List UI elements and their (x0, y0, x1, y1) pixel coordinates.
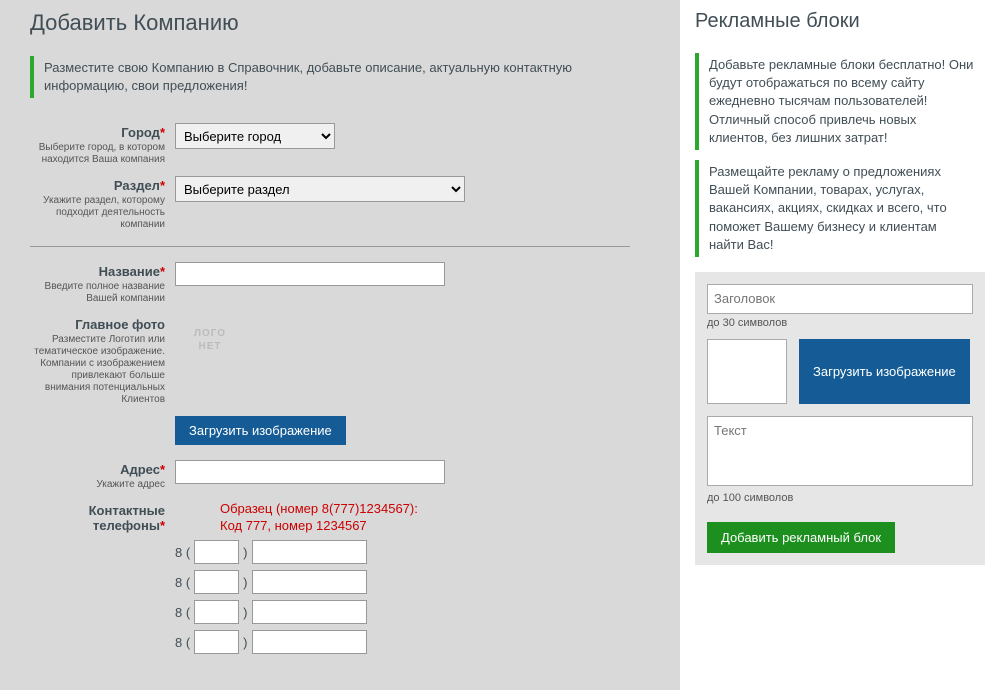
ad-text-limit: до 100 символов (707, 492, 973, 504)
phone-code-3[interactable] (194, 600, 239, 624)
label-section: Раздел (114, 178, 160, 193)
phone-code-2[interactable] (194, 570, 239, 594)
phone-number-3[interactable] (252, 600, 367, 624)
phone-code-4[interactable] (194, 630, 239, 654)
main-form-panel: Добавить Компанию Разместите свою Компан… (0, 0, 660, 690)
select-section[interactable]: Выберите раздел (175, 176, 465, 202)
sidebar-title: Рекламные блоки (695, 10, 985, 33)
row-upload-button: Загрузить изображение (30, 416, 630, 445)
phone-row-3: 8 ( ) (175, 600, 630, 624)
help-address: Укажите адрес (30, 479, 165, 491)
phone-prefix: 8 ( (175, 635, 190, 650)
help-photo: Разместите Логотип или тематическое изоб… (30, 334, 165, 406)
help-section: Укажите раздел, которому подходит деятел… (30, 195, 165, 231)
phone-sample: Образец (номер 8(777)1234567): Код 777, … (175, 501, 630, 535)
ad-title-limit: до 30 символов (707, 317, 973, 329)
upload-image-button[interactable]: Загрузить изображение (175, 416, 346, 445)
label-name: Название (99, 264, 160, 279)
page-title: Добавить Компанию (30, 10, 630, 36)
photo-placeholder: ЛОГО НЕТ (175, 315, 245, 365)
required-marker: * (160, 518, 165, 533)
required-marker: * (160, 125, 165, 140)
help-city: Выберите город, в котором находится Ваша… (30, 142, 165, 166)
label-photo: Главное фото (75, 317, 165, 332)
ad-image-row: Загрузить изображение (707, 339, 973, 404)
phone-suffix: ) (243, 635, 247, 650)
sidebar-info-2: Размещайте рекламу о предложениях Вашей … (695, 160, 985, 257)
ad-image-preview (707, 339, 787, 404)
phone-number-1[interactable] (252, 540, 367, 564)
phone-suffix: ) (243, 545, 247, 560)
intro-info-box: Разместите свою Компанию в Справочник, д… (30, 56, 630, 98)
add-ad-block-button[interactable]: Добавить рекламный блок (707, 522, 895, 553)
ad-title-input[interactable] (707, 284, 973, 314)
sidebar-panel: Рекламные блоки Добавьте рекламные блоки… (680, 0, 1000, 690)
required-marker: * (160, 462, 165, 477)
label-address: Адрес (120, 462, 160, 477)
row-name: Название* Введите полное название Вашей … (30, 262, 630, 305)
help-name: Введите полное название Вашей компании (30, 281, 165, 305)
phone-row-2: 8 ( ) (175, 570, 630, 594)
row-city: Город* Выберите город, в котором находит… (30, 123, 630, 166)
phone-row-1: 8 ( ) (175, 540, 630, 564)
required-marker: * (160, 178, 165, 193)
input-name[interactable] (175, 262, 445, 286)
ad-form: до 30 символов Загрузить изображение до … (695, 272, 985, 565)
phone-suffix: ) (243, 605, 247, 620)
ad-text-input[interactable] (707, 416, 973, 486)
row-address: Адрес* Укажите адрес (30, 460, 630, 491)
select-city[interactable]: Выберите город (175, 123, 335, 149)
input-address[interactable] (175, 460, 445, 484)
phone-prefix: 8 ( (175, 605, 190, 620)
phone-code-1[interactable] (194, 540, 239, 564)
phone-prefix: 8 ( (175, 575, 190, 590)
row-photo: Главное фото Разместите Логотип или тема… (30, 315, 630, 406)
row-section: Раздел* Укажите раздел, которому подходи… (30, 176, 630, 231)
row-phones: Контактные телефоны* Образец (номер 8(77… (30, 501, 630, 660)
phone-prefix: 8 ( (175, 545, 190, 560)
ad-upload-button[interactable]: Загрузить изображение (799, 339, 970, 404)
label-city: Город (121, 125, 160, 140)
sidebar-info-1: Добавьте рекламные блоки бесплатно! Они … (695, 53, 985, 150)
divider (30, 246, 630, 247)
phone-number-4[interactable] (252, 630, 367, 654)
label-phones: Контактные телефоны (89, 503, 165, 533)
phone-suffix: ) (243, 575, 247, 590)
phone-number-2[interactable] (252, 570, 367, 594)
phone-row-4: 8 ( ) (175, 630, 630, 654)
required-marker: * (160, 264, 165, 279)
